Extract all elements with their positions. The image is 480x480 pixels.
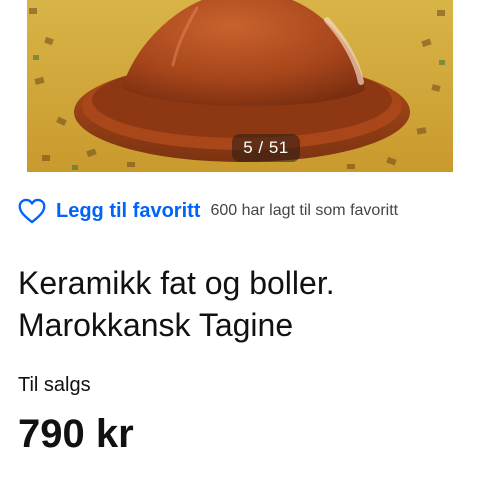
favorite-row: Legg til favoritt 600 har lagt til som f… xyxy=(18,196,468,226)
add-favorite-label: Legg til favoritt xyxy=(56,199,201,222)
favorite-count: 600 har lagt til som favoritt xyxy=(210,202,399,219)
listing-status: Til salgs xyxy=(18,374,91,396)
listing-title-line2: Marokkansk Tagine xyxy=(18,307,294,343)
listing-title-line1: Keramikk fat og boller. xyxy=(18,265,335,301)
add-favorite-button[interactable]: Legg til favoritt xyxy=(18,198,200,224)
image-counter: 5 / 51 xyxy=(232,134,300,162)
listing-photo[interactable]: 5 / 51 xyxy=(27,0,453,172)
listing-price: 790 kr xyxy=(18,412,134,456)
listing-title: Keramikk fat og boller. Marokkansk Tagin… xyxy=(18,262,468,346)
heart-outline-icon xyxy=(18,198,46,224)
